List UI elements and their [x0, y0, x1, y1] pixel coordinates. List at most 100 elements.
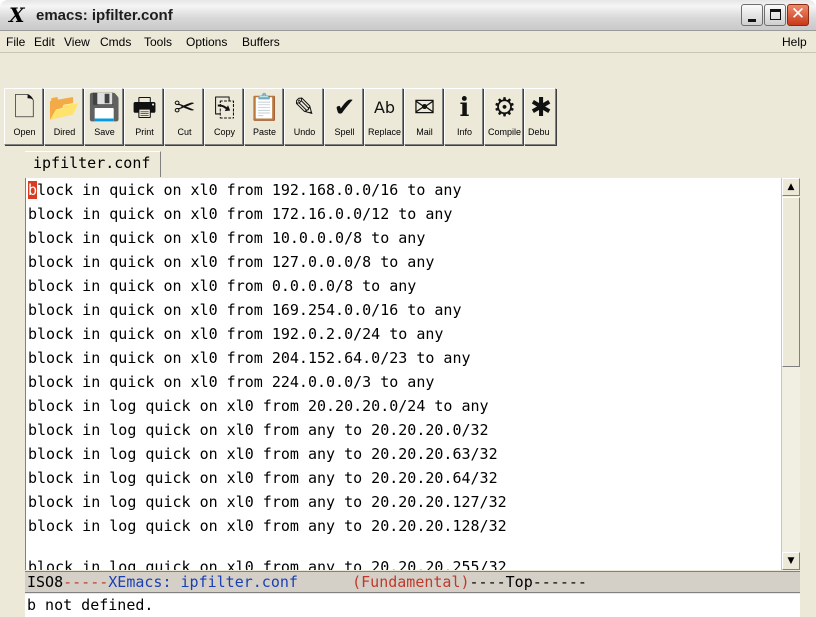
title-bar[interactable]: X emacs: ipfilter.conf ✕: [0, 0, 816, 31]
right-gutter: [800, 148, 816, 617]
open-file-icon: 🗋: [14, 93, 35, 123]
editor-line: block in log quick on xl0 from any to 20…: [28, 421, 489, 439]
editor-line-partial: block in log quick on xl0 from any to 20…: [28, 558, 507, 570]
close-icon: ✕: [790, 4, 806, 24]
menu-bar: File Edit View Cmds Tools Options Buffer…: [0, 31, 816, 53]
print-label: Print: [135, 127, 154, 137]
buffer-tab-row: ipfilter.conf: [0, 148, 816, 177]
mail-icon: ✉: [413, 93, 436, 123]
clipboard-icon: 📋: [248, 93, 281, 123]
cut-button[interactable]: ✂ Cut: [164, 88, 203, 145]
printer-icon: 🖶: [132, 93, 157, 123]
window-title: emacs: ipfilter.conf: [36, 7, 173, 24]
mode-line: ISO8-----XEmacs: ipfilter.conf (Fundamen…: [25, 571, 800, 593]
scissors-icon: ✂: [173, 93, 196, 123]
print-button[interactable]: 🖶 Print: [124, 88, 163, 145]
minibuffer-message: b not defined.: [27, 596, 154, 614]
left-gutter: [0, 148, 25, 617]
menu-tools[interactable]: Tools: [144, 35, 172, 49]
spell-label: Spell: [334, 127, 355, 137]
modeline-dashes: ----: [469, 573, 506, 591]
save-button[interactable]: 💾 Save: [84, 88, 123, 145]
eraser-icon: ✎: [293, 93, 316, 123]
save-label: Save: [94, 127, 115, 137]
debug-label: Debu: [528, 127, 550, 137]
spellcheck-icon: ✔: [333, 93, 356, 123]
bug-icon: ✱: [530, 93, 552, 123]
floppy-disk-icon: 💾: [88, 93, 121, 123]
vertical-scrollbar[interactable]: ▲ ▼: [781, 178, 800, 570]
replace-label: Replace: [367, 127, 402, 137]
editor-line: block in quick on xl0 from 127.0.0.0/8 t…: [28, 253, 435, 271]
editor-line-text: lock in quick on xl0 from 192.168.0.0/16…: [37, 181, 462, 199]
editor-line: block in log quick on xl0 from any to 20…: [28, 445, 498, 463]
undo-label: Undo: [293, 127, 316, 137]
paste-label: Paste: [252, 127, 276, 137]
paste-button[interactable]: 📋 Paste: [244, 88, 283, 145]
copy-icon: ⎘: [214, 93, 235, 123]
modeline-mode-open: (: [352, 573, 362, 591]
dired-button[interactable]: 📂 Dired: [44, 88, 83, 145]
modeline-dashes: -----: [63, 573, 109, 591]
editor-line: block in log quick on xl0 from 20.20.20.…: [28, 397, 489, 415]
open-label: Open: [13, 127, 36, 137]
text-cursor: b: [28, 181, 38, 199]
minimize-icon: [748, 19, 756, 22]
menu-buffers[interactable]: Buffers: [242, 35, 280, 49]
copy-button[interactable]: ⎘ Copy: [204, 88, 243, 145]
mail-label: Mail: [416, 127, 433, 137]
modeline-major-mode[interactable]: Fundamental: [361, 573, 460, 591]
editor-line: block in quick on xl0 from 204.152.64.0/…: [28, 349, 471, 367]
editor-line: block in quick on xl0 from 192.0.2.0/24 …: [28, 325, 444, 343]
folder-icon: 📂: [48, 93, 81, 123]
editor-line: block in log quick on xl0 from any to 20…: [28, 493, 507, 511]
menu-view[interactable]: View: [64, 35, 90, 49]
scroll-up-arrow-icon[interactable]: ▲: [782, 178, 800, 196]
debug-button[interactable]: ✱ Debu: [524, 88, 556, 145]
scrollbar-thumb[interactable]: [782, 197, 800, 367]
dired-label: Dired: [53, 127, 76, 137]
modeline-position: Top: [505, 573, 533, 591]
modeline-gap: [298, 573, 352, 591]
info-button[interactable]: i Info: [444, 88, 483, 145]
replace-button[interactable]: Ab Replace: [364, 88, 403, 145]
maximize-button[interactable]: [764, 4, 786, 26]
editor-line: block in quick on xl0 from 224.0.0.0/3 t…: [28, 373, 435, 391]
mail-button[interactable]: ✉ Mail: [404, 88, 443, 145]
close-button[interactable]: ✕: [787, 4, 809, 26]
editor-line: block in quick on xl0 from 10.0.0.0/8 to…: [28, 229, 426, 247]
maximize-icon: [770, 9, 781, 20]
modeline-mode-close: ): [460, 573, 470, 591]
editor-line: block in quick on xl0 from 169.254.0.0/1…: [28, 301, 462, 319]
menu-options[interactable]: Options: [186, 35, 227, 49]
modeline-buffer-name[interactable]: XEmacs: ipfilter.conf: [108, 573, 298, 591]
modeline-coding: ISO8: [27, 573, 64, 591]
minimize-button[interactable]: [741, 4, 763, 26]
editor-line: block in log quick on xl0 from any to 20…: [28, 469, 498, 487]
menu-edit[interactable]: Edit: [34, 35, 55, 49]
info-icon: i: [459, 93, 470, 123]
menu-file[interactable]: File: [6, 35, 25, 49]
editor-line: block in quick on xl0 from 0.0.0.0/8 to …: [28, 277, 417, 295]
editor-line: block in quick on xl0 from 172.16.0.0/12…: [28, 205, 453, 223]
menu-help[interactable]: Help: [782, 35, 807, 49]
minibuffer[interactable]: b not defined.: [25, 594, 800, 617]
emacs-window: X emacs: ipfilter.conf ✕ File Edit View …: [0, 0, 816, 617]
text-editor-area[interactable]: block in quick on xl0 from 192.168.0.0/1…: [25, 178, 781, 570]
modeline-dashes: ------: [532, 573, 587, 591]
gear-icon: ⚙: [492, 93, 517, 123]
cut-label: Cut: [177, 127, 192, 137]
open-button[interactable]: 🗋 Open: [4, 88, 43, 145]
copy-label: Copy: [213, 127, 235, 137]
x-logo-icon: X: [9, 3, 25, 27]
replace-icon: Ab: [373, 98, 396, 117]
buffer-tab-ipfilter[interactable]: ipfilter.conf: [22, 151, 162, 177]
undo-button[interactable]: ✎ Undo: [284, 88, 323, 145]
editor-line: block in quick on xl0 from 192.168.0.0/1…: [28, 178, 461, 202]
info-label: Info: [456, 127, 472, 137]
menu-cmds[interactable]: Cmds: [100, 35, 131, 49]
scroll-down-arrow-icon[interactable]: ▼: [782, 552, 800, 570]
toolbar-buttons: 🗋 Open 📂 Dired 💾 Save 🖶 Print ✂ Cut ⎘ Co…: [4, 54, 816, 146]
compile-button[interactable]: ⚙ Compile: [484, 88, 523, 145]
spell-button[interactable]: ✔ Spell: [324, 88, 363, 145]
